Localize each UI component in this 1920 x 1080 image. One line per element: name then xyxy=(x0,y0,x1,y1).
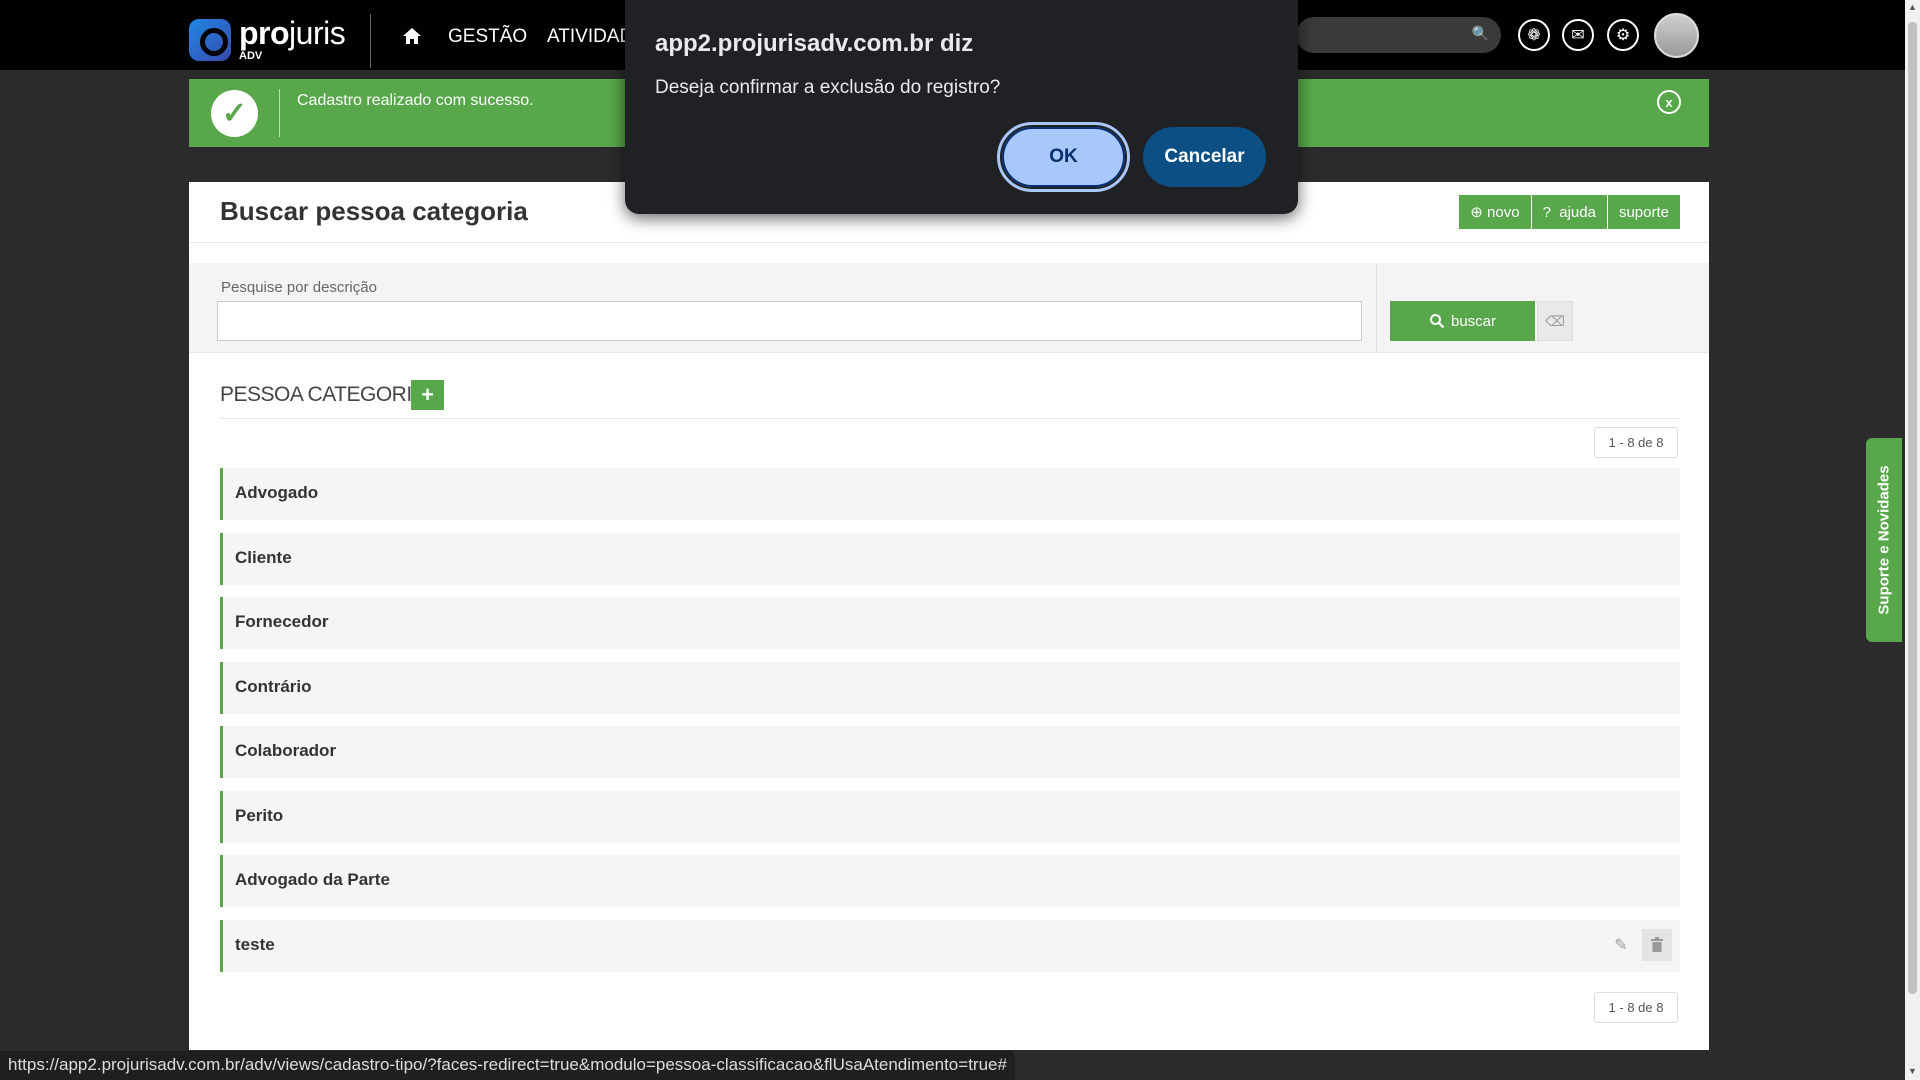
category-list: Advogado Cliente Fornecedor Contrário Co… xyxy=(220,468,1680,984)
list-item[interactable]: teste ✎ xyxy=(220,919,1680,972)
mail-icon[interactable]: ✉ xyxy=(1562,19,1594,51)
dialog-message: Deseja confirmar a exclusão do registro? xyxy=(655,77,1001,98)
logo-sub: ADV xyxy=(239,50,263,62)
nav-divider xyxy=(370,14,371,68)
trash-icon[interactable] xyxy=(1642,928,1672,961)
page-title: Buscar pessoa categoria xyxy=(220,196,528,226)
scroll-down-icon[interactable]: ▼ xyxy=(1908,1066,1917,1076)
list-item-label: Perito xyxy=(235,805,284,825)
confirm-dialog: app2.projurisadv.com.br diz Deseja confi… xyxy=(625,0,1298,214)
alert-divider xyxy=(279,89,280,137)
plus-circle-icon: ⊕ xyxy=(1470,204,1488,221)
title-divider xyxy=(189,242,1709,243)
header-actions: ⊕ novo ? ajuda suporte xyxy=(1459,195,1680,229)
ajuda-button[interactable]: ? ajuda xyxy=(1531,195,1608,229)
filter-label: Pesquise por descrição xyxy=(221,279,377,296)
suporte-button[interactable]: suporte xyxy=(1607,195,1680,229)
ok-button[interactable]: OK xyxy=(997,122,1130,192)
projuris-logo[interactable]: projuris ADV xyxy=(189,15,346,62)
alert-message: Cadastro realizado com sucesso. xyxy=(297,92,534,109)
list-item-label: Fornecedor xyxy=(235,612,329,631)
backspace-icon: ⌫ xyxy=(1545,312,1565,329)
avatar[interactable] xyxy=(1654,13,1699,58)
list-item[interactable]: Advogado da Parte xyxy=(220,855,1680,907)
list-item-label: Colaborador xyxy=(235,741,337,760)
list-item-label: Advogado xyxy=(235,483,319,502)
page-scrollbar[interactable]: ▲ ▼ xyxy=(1905,0,1920,1080)
edit-icon[interactable]: ✎ xyxy=(1606,929,1636,961)
home-icon[interactable] xyxy=(402,26,422,46)
list-item[interactable]: Contrário xyxy=(220,661,1680,714)
list-item-label: Cliente xyxy=(235,547,292,567)
close-icon[interactable]: x xyxy=(1657,90,1681,114)
filter-divider xyxy=(1376,263,1377,353)
description-search-input[interactable] xyxy=(217,301,1362,341)
nav-gestao[interactable]: GESTÃO xyxy=(448,26,527,48)
buscar-button[interactable]: buscar xyxy=(1390,301,1535,341)
section-divider xyxy=(220,418,1680,419)
check-icon: ✓ xyxy=(211,90,258,137)
support-news-tab[interactable]: Suporte e Novidades xyxy=(1866,438,1902,642)
scroll-up-icon[interactable]: ▲ xyxy=(1908,2,1917,12)
list-item-label: Advogado da Parte xyxy=(235,870,390,889)
list-item-label: teste xyxy=(235,934,275,954)
list-item[interactable]: Colaborador xyxy=(220,726,1680,778)
list-item-label: Contrário xyxy=(235,676,312,696)
search-filter: Pesquise por descrição buscar ⌫ xyxy=(189,263,1709,353)
main-panel: Buscar pessoa categoria ⊕ novo ? ajuda s… xyxy=(189,182,1709,1050)
openai-icon[interactable]: ❁ xyxy=(1518,19,1550,51)
search-icon xyxy=(1429,314,1445,329)
list-item[interactable]: Advogado xyxy=(220,468,1680,520)
status-bar-url: https://app2.projurisadv.com.br/adv/view… xyxy=(0,1051,1015,1080)
nav-atividades[interactable]: ATIVIDAD xyxy=(547,26,633,48)
novo-button[interactable]: ⊕ novo xyxy=(1459,195,1532,229)
logo-mark-icon xyxy=(189,18,231,61)
pagination-info-top: 1 - 8 de 8 xyxy=(1594,427,1678,458)
row-actions: ✎ xyxy=(1606,928,1672,961)
pagination-info-bottom: 1 - 8 de 8 xyxy=(1594,992,1678,1023)
cancel-button[interactable]: Cancelar xyxy=(1143,127,1266,187)
list-item[interactable]: Cliente xyxy=(220,532,1680,585)
global-search-input[interactable]: 🔍 xyxy=(1296,17,1501,53)
settings-icon[interactable]: ⚙ xyxy=(1607,19,1639,51)
question-icon: ? xyxy=(1542,203,1560,221)
add-button[interactable]: + xyxy=(411,380,444,410)
list-item[interactable]: Perito xyxy=(220,790,1680,843)
search-icon: 🔍 xyxy=(1471,25,1489,41)
section-title: PESSOA CATEGORIA xyxy=(220,383,426,406)
clear-search-button[interactable]: ⌫ xyxy=(1537,301,1573,341)
logo-name: projuris xyxy=(239,15,346,51)
list-item[interactable]: Fornecedor xyxy=(220,597,1680,649)
dialog-title: app2.projurisadv.com.br diz xyxy=(655,30,974,57)
scroll-thumb[interactable] xyxy=(1908,22,1917,994)
